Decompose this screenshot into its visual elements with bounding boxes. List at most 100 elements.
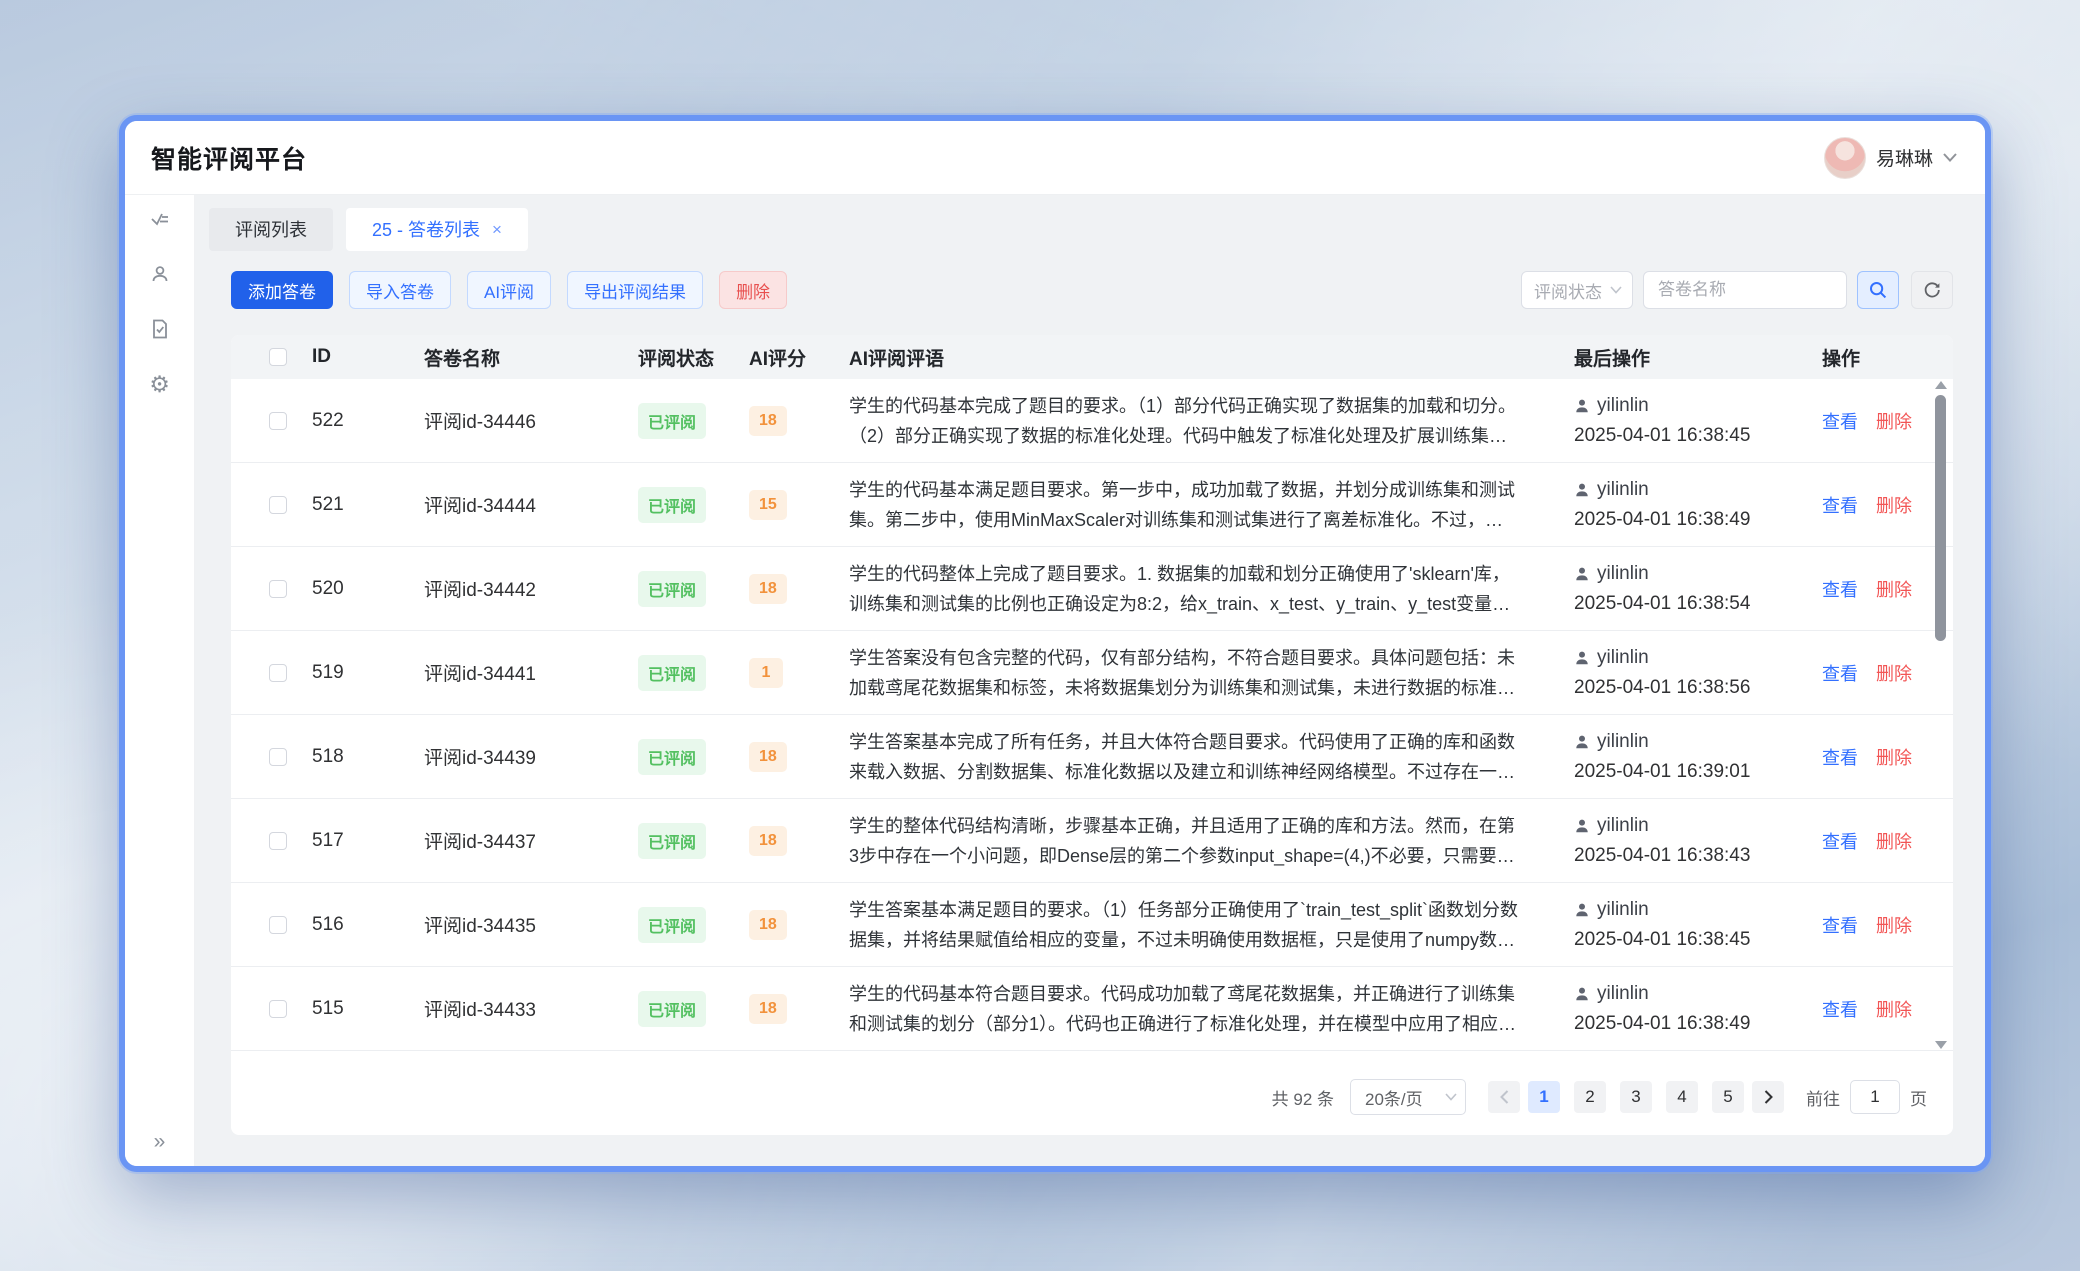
cell-id: 521 — [287, 494, 407, 516]
chevrons-right-icon: » — [154, 1130, 166, 1153]
app-header: 智能评阅平台 易琳琳 — [125, 121, 1985, 195]
tab-answer-sheet-list[interactable]: 25 - 答卷列表 × — [346, 208, 528, 251]
row-checkbox[interactable] — [269, 412, 287, 430]
review-status-select[interactable]: 评阅状态 — [1521, 271, 1633, 309]
delete-link[interactable]: 删除 — [1876, 912, 1912, 938]
close-icon[interactable]: × — [492, 221, 502, 238]
refresh-button[interactable] — [1911, 271, 1953, 309]
user-menu[interactable]: 易琳琳 — [1824, 137, 1957, 179]
page-button-4[interactable]: 4 — [1666, 1081, 1698, 1113]
view-link[interactable]: 查看 — [1822, 660, 1858, 686]
view-link[interactable]: 查看 — [1822, 912, 1858, 938]
page-title: 智能评阅平台 — [151, 140, 307, 176]
chevron-right-icon — [1764, 1090, 1773, 1104]
page-button-1[interactable]: 1 — [1528, 1081, 1560, 1113]
sidebar-item-answer-sheets[interactable] — [149, 318, 171, 340]
tab-review-list[interactable]: 评阅列表 — [209, 208, 333, 251]
row-checkbox[interactable] — [269, 496, 287, 514]
person-icon — [1574, 986, 1590, 1002]
table-row: 520 评阅id-34442 已评阅 18 学生的代码整体上完成了题目要求。1.… — [231, 547, 1953, 631]
goto-label: 前往 — [1806, 1085, 1840, 1110]
page-suffix: 页 — [1910, 1085, 1927, 1110]
row-checkbox[interactable] — [269, 1000, 287, 1018]
cell-last-operation: yilinlin 2025-04-01 16:38:49 — [1547, 983, 1797, 1035]
checklist-icon — [149, 208, 171, 230]
operation-time: 2025-04-01 16:38:45 — [1574, 929, 1797, 951]
status-badge: 已评阅 — [638, 655, 706, 691]
row-checkbox[interactable] — [269, 916, 287, 934]
score-badge: 1 — [749, 658, 783, 688]
view-link[interactable]: 查看 — [1822, 408, 1858, 434]
operator-name: yilinlin — [1597, 815, 1649, 837]
ai-review-button[interactable]: AI评阅 — [467, 271, 551, 309]
table-body: 522 评阅id-34446 已评阅 18 学生的代码基本完成了题目的要求。（1… — [231, 379, 1953, 1051]
person-icon — [1574, 566, 1590, 582]
goto-page-input[interactable] — [1850, 1080, 1900, 1114]
table-row: 518 评阅id-34439 已评阅 18 学生答案基本完成了所有任务，并且大体… — [231, 715, 1953, 799]
scrollbar-thumb[interactable] — [1935, 395, 1946, 641]
cell-name: 评阅id-34439 — [407, 743, 617, 770]
cell-id: 520 — [287, 578, 407, 600]
page-size-select[interactable]: 20条/页 — [1350, 1079, 1466, 1115]
sidebar-item-review-list[interactable] — [149, 208, 171, 230]
prev-page-button[interactable] — [1488, 1081, 1520, 1113]
view-link[interactable]: 查看 — [1822, 744, 1858, 770]
view-link[interactable]: 查看 — [1822, 996, 1858, 1022]
cell-ai-comment: 学生答案没有包含完整的代码，仅有部分结构，不符合题目要求。具体问题包括：未加载鸢… — [849, 643, 1523, 703]
view-link[interactable]: 查看 — [1822, 492, 1858, 518]
row-checkbox[interactable] — [269, 748, 287, 766]
next-page-button[interactable] — [1752, 1081, 1784, 1113]
row-checkbox[interactable] — [269, 580, 287, 598]
delete-link[interactable]: 删除 — [1876, 408, 1912, 434]
delete-link[interactable]: 删除 — [1876, 828, 1912, 854]
document-check-icon — [149, 318, 171, 340]
scroll-up-arrow-icon[interactable] — [1935, 381, 1947, 389]
delete-link[interactable]: 删除 — [1876, 996, 1912, 1022]
delete-link[interactable]: 删除 — [1876, 744, 1912, 770]
column-comment: AI评阅评语 — [827, 344, 1547, 371]
page-button-5[interactable]: 5 — [1712, 1081, 1744, 1113]
cell-last-operation: yilinlin 2025-04-01 16:38:56 — [1547, 647, 1797, 699]
row-checkbox[interactable] — [269, 832, 287, 850]
delete-link[interactable]: 删除 — [1876, 660, 1912, 686]
view-link[interactable]: 查看 — [1822, 576, 1858, 602]
status-badge: 已评阅 — [638, 991, 706, 1027]
page-button-3[interactable]: 3 — [1620, 1081, 1652, 1113]
pagination: 共 92 条 20条/页 12345 前往 页 — [231, 1051, 1953, 1115]
operator-name: yilinlin — [1597, 731, 1649, 753]
select-all-checkbox[interactable] — [269, 348, 287, 366]
score-badge: 18 — [749, 994, 787, 1024]
status-badge: 已评阅 — [638, 487, 706, 523]
delete-link[interactable]: 删除 — [1876, 576, 1912, 602]
delete-link[interactable]: 删除 — [1876, 492, 1912, 518]
person-icon — [1574, 650, 1590, 666]
sidebar-collapse-button[interactable]: » — [154, 1130, 166, 1154]
search-icon — [1868, 280, 1888, 300]
view-link[interactable]: 查看 — [1822, 828, 1858, 854]
delete-button[interactable]: 删除 — [719, 271, 787, 309]
cell-ai-comment: 学生的代码基本完成了题目的要求。（1）部分代码正确实现了数据集的加载和切分。（2… — [849, 391, 1523, 451]
cell-id: 519 — [287, 662, 407, 684]
operation-time: 2025-04-01 16:38:49 — [1574, 509, 1797, 531]
scroll-down-arrow-icon[interactable] — [1935, 1041, 1947, 1049]
cell-ai-comment: 学生的代码整体上完成了题目要求。1. 数据集的加载和划分正确使用了'sklear… — [849, 559, 1523, 619]
search-button[interactable] — [1857, 271, 1899, 309]
sidebar-item-settings[interactable]: ⚙ — [149, 373, 171, 395]
import-answer-button[interactable]: 导入答卷 — [349, 271, 451, 309]
operation-time: 2025-04-01 16:38:45 — [1574, 425, 1797, 447]
cell-last-operation: yilinlin 2025-04-01 16:38:43 — [1547, 815, 1797, 867]
row-checkbox[interactable] — [269, 664, 287, 682]
export-results-button[interactable]: 导出评阅结果 — [567, 271, 703, 309]
table-scrollbar[interactable] — [1934, 381, 1948, 1049]
answer-name-input[interactable] — [1643, 271, 1847, 309]
table-row: 519 评阅id-34441 已评阅 1 学生答案没有包含完整的代码，仅有部分结… — [231, 631, 1953, 715]
sidebar-item-users[interactable] — [149, 263, 171, 285]
page-button-2[interactable]: 2 — [1574, 1081, 1606, 1113]
add-answer-button[interactable]: 添加答卷 — [231, 271, 333, 309]
cell-id: 517 — [287, 830, 407, 852]
score-badge: 15 — [749, 490, 787, 520]
avatar[interactable] — [1824, 137, 1866, 179]
table-row: 521 评阅id-34444 已评阅 15 学生的代码基本满足题目要求。第一步中… — [231, 463, 1953, 547]
status-badge: 已评阅 — [638, 571, 706, 607]
chevron-down-icon — [1943, 153, 1957, 162]
